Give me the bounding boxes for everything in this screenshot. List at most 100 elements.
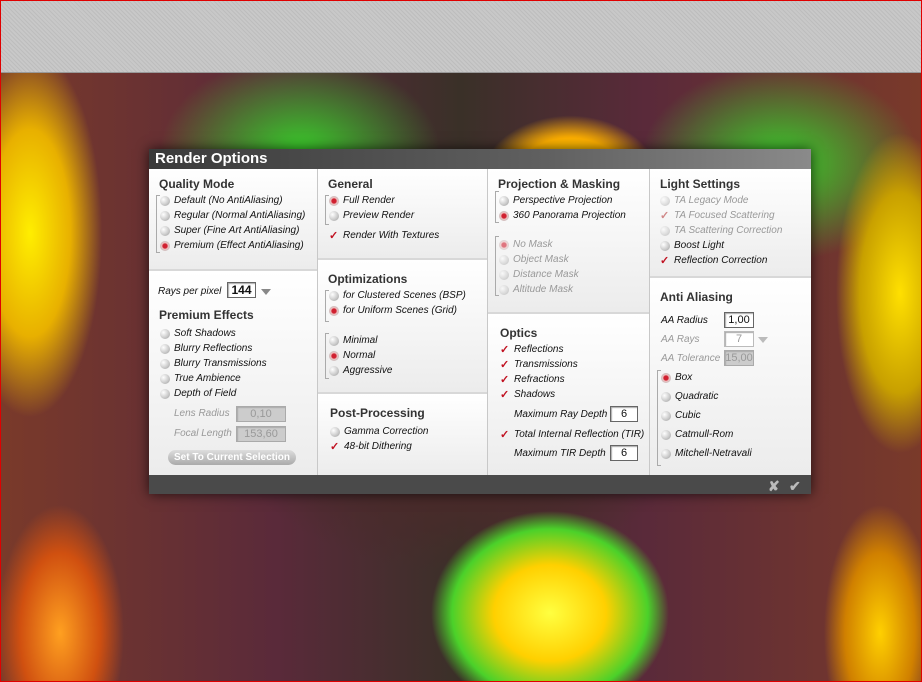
aa-tolerance-input[interactable]: 15,00 <box>724 350 754 366</box>
checkbox-transmissions[interactable]: ✓ Transmissions <box>500 359 578 371</box>
label: Blurry Reflections <box>174 343 253 354</box>
radio-preview-render[interactable]: Preview Render <box>329 210 414 222</box>
light-heading: Light Settings <box>660 177 740 191</box>
label: True Ambience <box>174 373 241 384</box>
aa-radius-input[interactable]: 1,00 <box>724 312 754 328</box>
checkmark-icon: ✓ <box>660 210 670 222</box>
radio-quality-regular[interactable]: Regular (Normal AntiAliasing) <box>160 210 305 222</box>
radio-icon <box>661 392 671 402</box>
radio-blurry-transmissions[interactable]: Blurry Transmissions <box>160 358 267 370</box>
quality-heading: Quality Mode <box>159 177 235 191</box>
checkbox-tir[interactable]: ✓ Total Internal Reflection (TIR) <box>500 429 644 441</box>
label: Distance Mask <box>513 269 579 280</box>
radio-icon <box>499 196 509 206</box>
optimizations-heading: Optimizations <box>328 272 408 286</box>
radio-normal[interactable]: Normal <box>329 350 375 362</box>
radio-quality-default[interactable]: Default (No AntiAliasing) <box>160 195 283 207</box>
radio-clustered-scenes[interactable]: for Clustered Scenes (BSP) <box>329 290 466 302</box>
radio-icon <box>160 196 170 206</box>
checkbox-48bit-dithering[interactable]: ✓ 48-bit Dithering <box>330 441 412 453</box>
radio-true-ambience[interactable]: True Ambience <box>160 373 241 385</box>
radio-object-mask[interactable]: Object Mask <box>499 254 569 266</box>
checkmark-icon: ✓ <box>660 255 670 267</box>
checkbox-gamma-correction[interactable]: Gamma Correction <box>330 426 428 438</box>
checkbox-reflections[interactable]: ✓ Reflections <box>500 344 563 356</box>
radio-depth-of-field[interactable]: Depth of Field <box>160 388 236 400</box>
label: 360 Panorama Projection <box>513 210 626 221</box>
radio-icon <box>160 359 170 369</box>
light-section: Light Settings TA Legacy Mode ✓ TA Focuse… <box>650 169 811 276</box>
radio-filter-cubic[interactable]: Cubic <box>661 410 701 422</box>
radio-blurry-reflections[interactable]: Blurry Reflections <box>160 343 252 355</box>
rays-dropdown-icon[interactable] <box>261 289 271 295</box>
radio-uniform-scenes[interactable]: for Uniform Scenes (Grid) <box>329 305 457 317</box>
rays-label: Rays per pixel <box>158 286 222 297</box>
label: Super (Fine Art AntiAliasing) <box>174 225 300 236</box>
label: Perspective Projection <box>513 195 613 206</box>
label: TA Legacy Mode <box>674 195 749 206</box>
radio-panorama-projection[interactable]: 360 Panorama Projection <box>499 210 626 222</box>
radio-filter-catmull-rom[interactable]: Catmull-Rom <box>661 429 733 441</box>
column-quality: Quality Mode Default (No AntiAliasing) R… <box>149 169 318 475</box>
radio-soft-shadows[interactable]: Soft Shadows <box>160 328 236 340</box>
max-ray-depth-input[interactable]: 6 <box>610 406 638 422</box>
label: for Uniform Scenes (Grid) <box>343 305 457 316</box>
aa-rays-input[interactable]: 7 <box>724 331 754 347</box>
radio-filter-quadratic[interactable]: Quadratic <box>661 391 718 403</box>
radio-altitude-mask[interactable]: Altitude Mask <box>499 284 573 296</box>
radio-selected-icon <box>329 306 339 316</box>
radio-quality-premium[interactable]: Premium (Effect AntiAliasing) <box>160 240 304 252</box>
premium-heading: Premium Effects <box>159 308 254 322</box>
radio-quality-super[interactable]: Super (Fine Art AntiAliasing) <box>160 225 299 237</box>
radio-no-mask[interactable]: No Mask <box>499 239 552 251</box>
radio-icon <box>660 226 670 236</box>
label: Catmull-Rom <box>675 429 734 440</box>
radio-icon <box>160 374 170 384</box>
label: TA Scattering Correction <box>674 225 783 236</box>
lens-radius-input[interactable]: 0,10 <box>236 406 286 422</box>
aa-rays-label: AA Rays <box>661 334 700 345</box>
focal-length-input[interactable]: 153,60 <box>236 426 286 442</box>
radio-ta-legacy-mode[interactable]: TA Legacy Mode <box>660 195 748 207</box>
radio-icon <box>499 270 509 280</box>
set-to-current-selection-button[interactable]: Set To Current Selection <box>168 450 296 465</box>
checkbox-reflection-correction[interactable]: ✓ Reflection Correction <box>660 255 767 267</box>
label: Premium (Effect AntiAliasing) <box>174 240 304 251</box>
label: Blurry Transmissions <box>174 358 267 369</box>
label: Quadratic <box>675 391 719 402</box>
ok-checkmark-icon[interactable]: ✔ <box>789 478 801 495</box>
radio-icon <box>661 449 671 459</box>
radio-icon <box>160 344 170 354</box>
radio-distance-mask[interactable]: Distance Mask <box>499 269 579 281</box>
radio-filter-mitchell-netravali[interactable]: Mitchell-Netravali <box>661 448 752 460</box>
radio-full-render[interactable]: Full Render <box>329 195 395 207</box>
column-general: General Full Render Preview Render ✓ Rend… <box>318 169 488 475</box>
aa-rays-dropdown-icon[interactable] <box>758 337 768 343</box>
checkbox-boost-light[interactable]: Boost Light <box>660 240 724 252</box>
checkbox-ta-scattering-correction[interactable]: TA Scattering Correction <box>660 225 782 237</box>
radio-icon <box>329 211 339 221</box>
radio-minimal[interactable]: Minimal <box>329 335 377 347</box>
label: Normal <box>343 350 376 361</box>
label: TA Focused Scattering <box>674 210 775 221</box>
focal-length-label: Focal Length <box>174 428 232 439</box>
radio-perspective-projection[interactable]: Perspective Projection <box>499 195 613 207</box>
label: Box <box>675 372 693 383</box>
radio-icon <box>499 285 509 295</box>
lens-radius-label: Lens Radius <box>174 408 230 419</box>
radio-selected-icon <box>661 373 671 383</box>
max-tir-depth-input[interactable]: 6 <box>610 445 638 461</box>
checkmark-icon: ✓ <box>329 230 339 242</box>
cancel-icon[interactable]: ✘ <box>768 478 780 495</box>
label: Render With Textures <box>343 230 440 241</box>
optics-heading: Optics <box>500 326 538 340</box>
rays-input[interactable]: 144 <box>227 282 256 298</box>
radio-icon <box>160 389 170 399</box>
radio-aggressive[interactable]: Aggressive <box>329 365 392 377</box>
checkmark-icon: ✓ <box>500 429 510 441</box>
checkbox-ta-focused-scattering[interactable]: ✓ TA Focused Scattering <box>660 210 775 222</box>
checkbox-render-with-textures[interactable]: ✓ Render With Textures <box>329 230 439 242</box>
checkbox-refractions[interactable]: ✓ Refractions <box>500 374 565 386</box>
radio-filter-box[interactable]: Box <box>661 372 692 384</box>
checkbox-shadows[interactable]: ✓ Shadows <box>500 389 555 401</box>
